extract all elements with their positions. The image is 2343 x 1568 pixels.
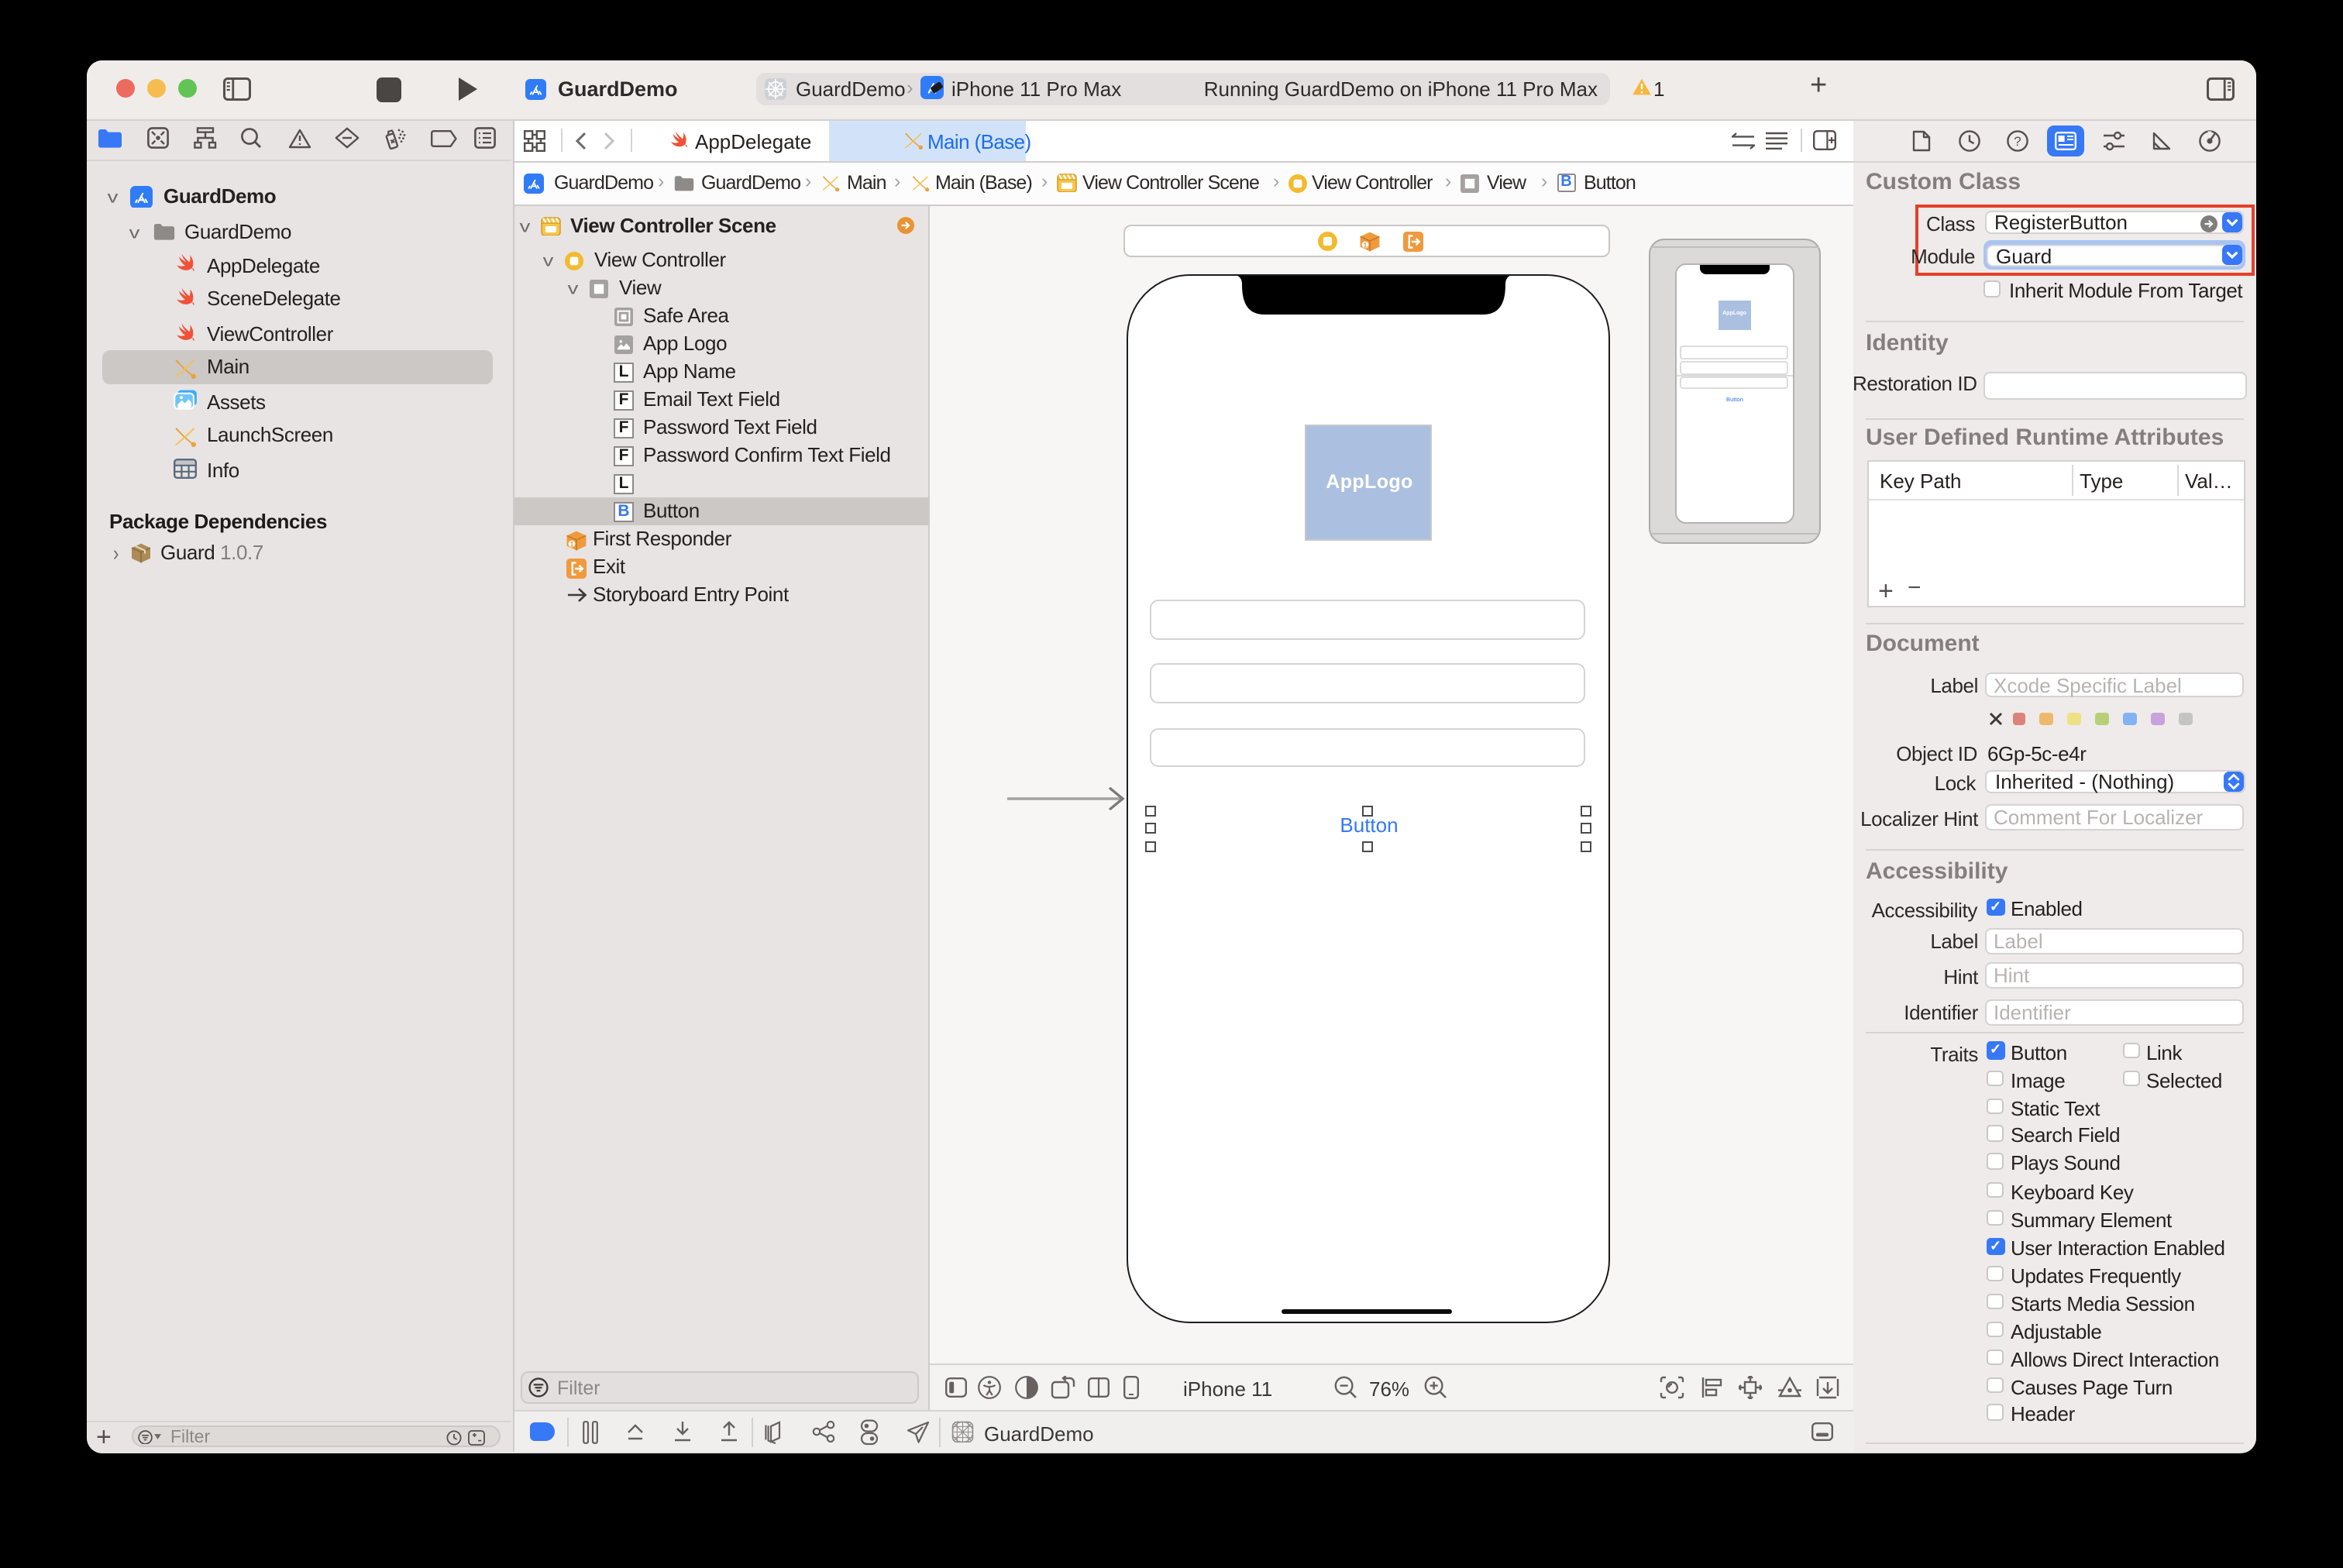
svg-text:1: 1 [569, 540, 573, 548]
svg-text:?: ? [2013, 134, 2020, 149]
svg-text:1: 1 [1363, 241, 1367, 249]
